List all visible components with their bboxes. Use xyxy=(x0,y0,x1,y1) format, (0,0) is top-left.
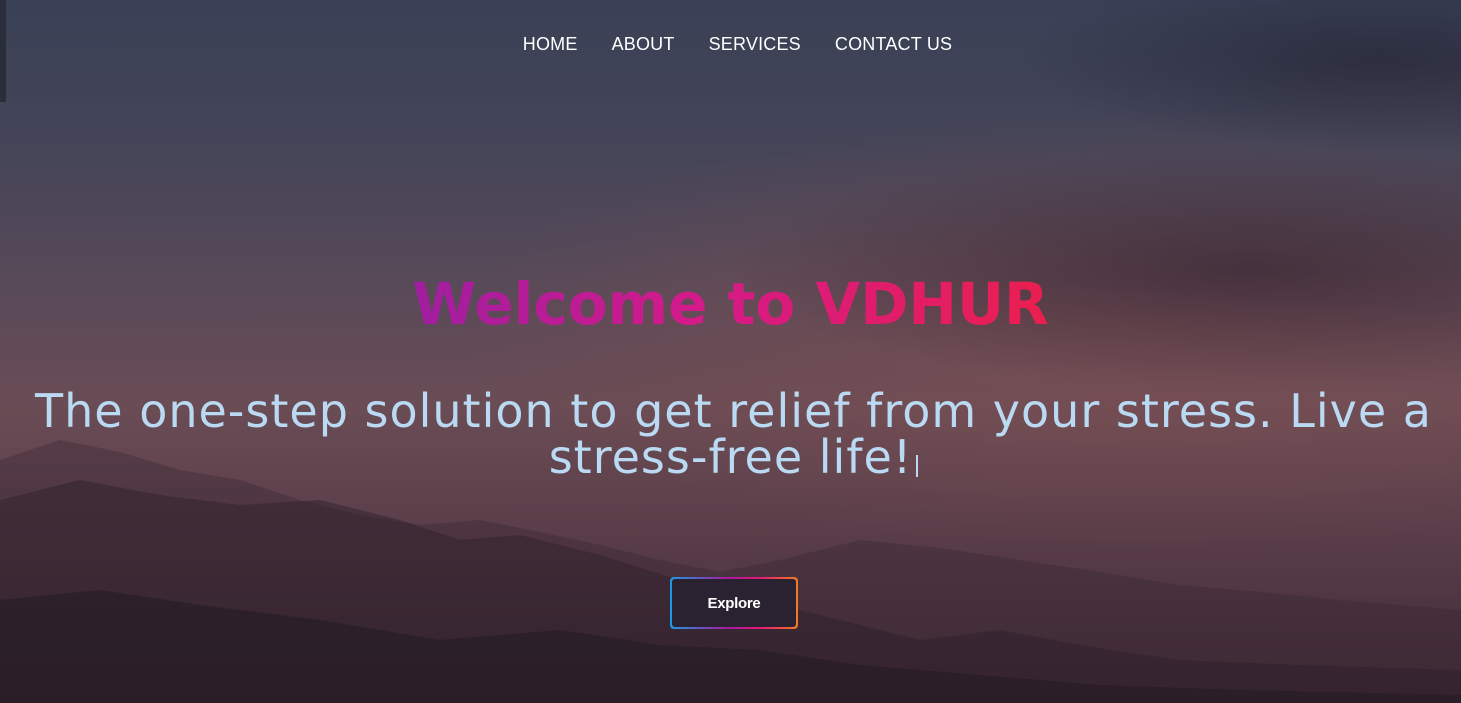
hero-title: Welcome to VDHUR xyxy=(0,268,1461,340)
nav-item-contact-us[interactable]: CONTACT US xyxy=(835,34,952,55)
nav-item-about[interactable]: ABOUT xyxy=(612,34,675,55)
nav-item-home[interactable]: HOME xyxy=(523,34,578,55)
explore-button-border: Explore xyxy=(670,577,798,629)
hero-tagline-text: The one-step solution to get relief from… xyxy=(35,384,1432,484)
hero-title-text: Welcome to VDHUR xyxy=(412,270,1049,338)
hero-tagline: The one-step solution to get relief from… xyxy=(15,388,1452,480)
typing-cursor xyxy=(916,455,919,477)
nav-item-services[interactable]: SERVICES xyxy=(709,34,801,55)
explore-button[interactable]: Explore xyxy=(672,579,796,627)
main-nav: HOME ABOUT SERVICES CONTACT US xyxy=(0,34,1461,55)
